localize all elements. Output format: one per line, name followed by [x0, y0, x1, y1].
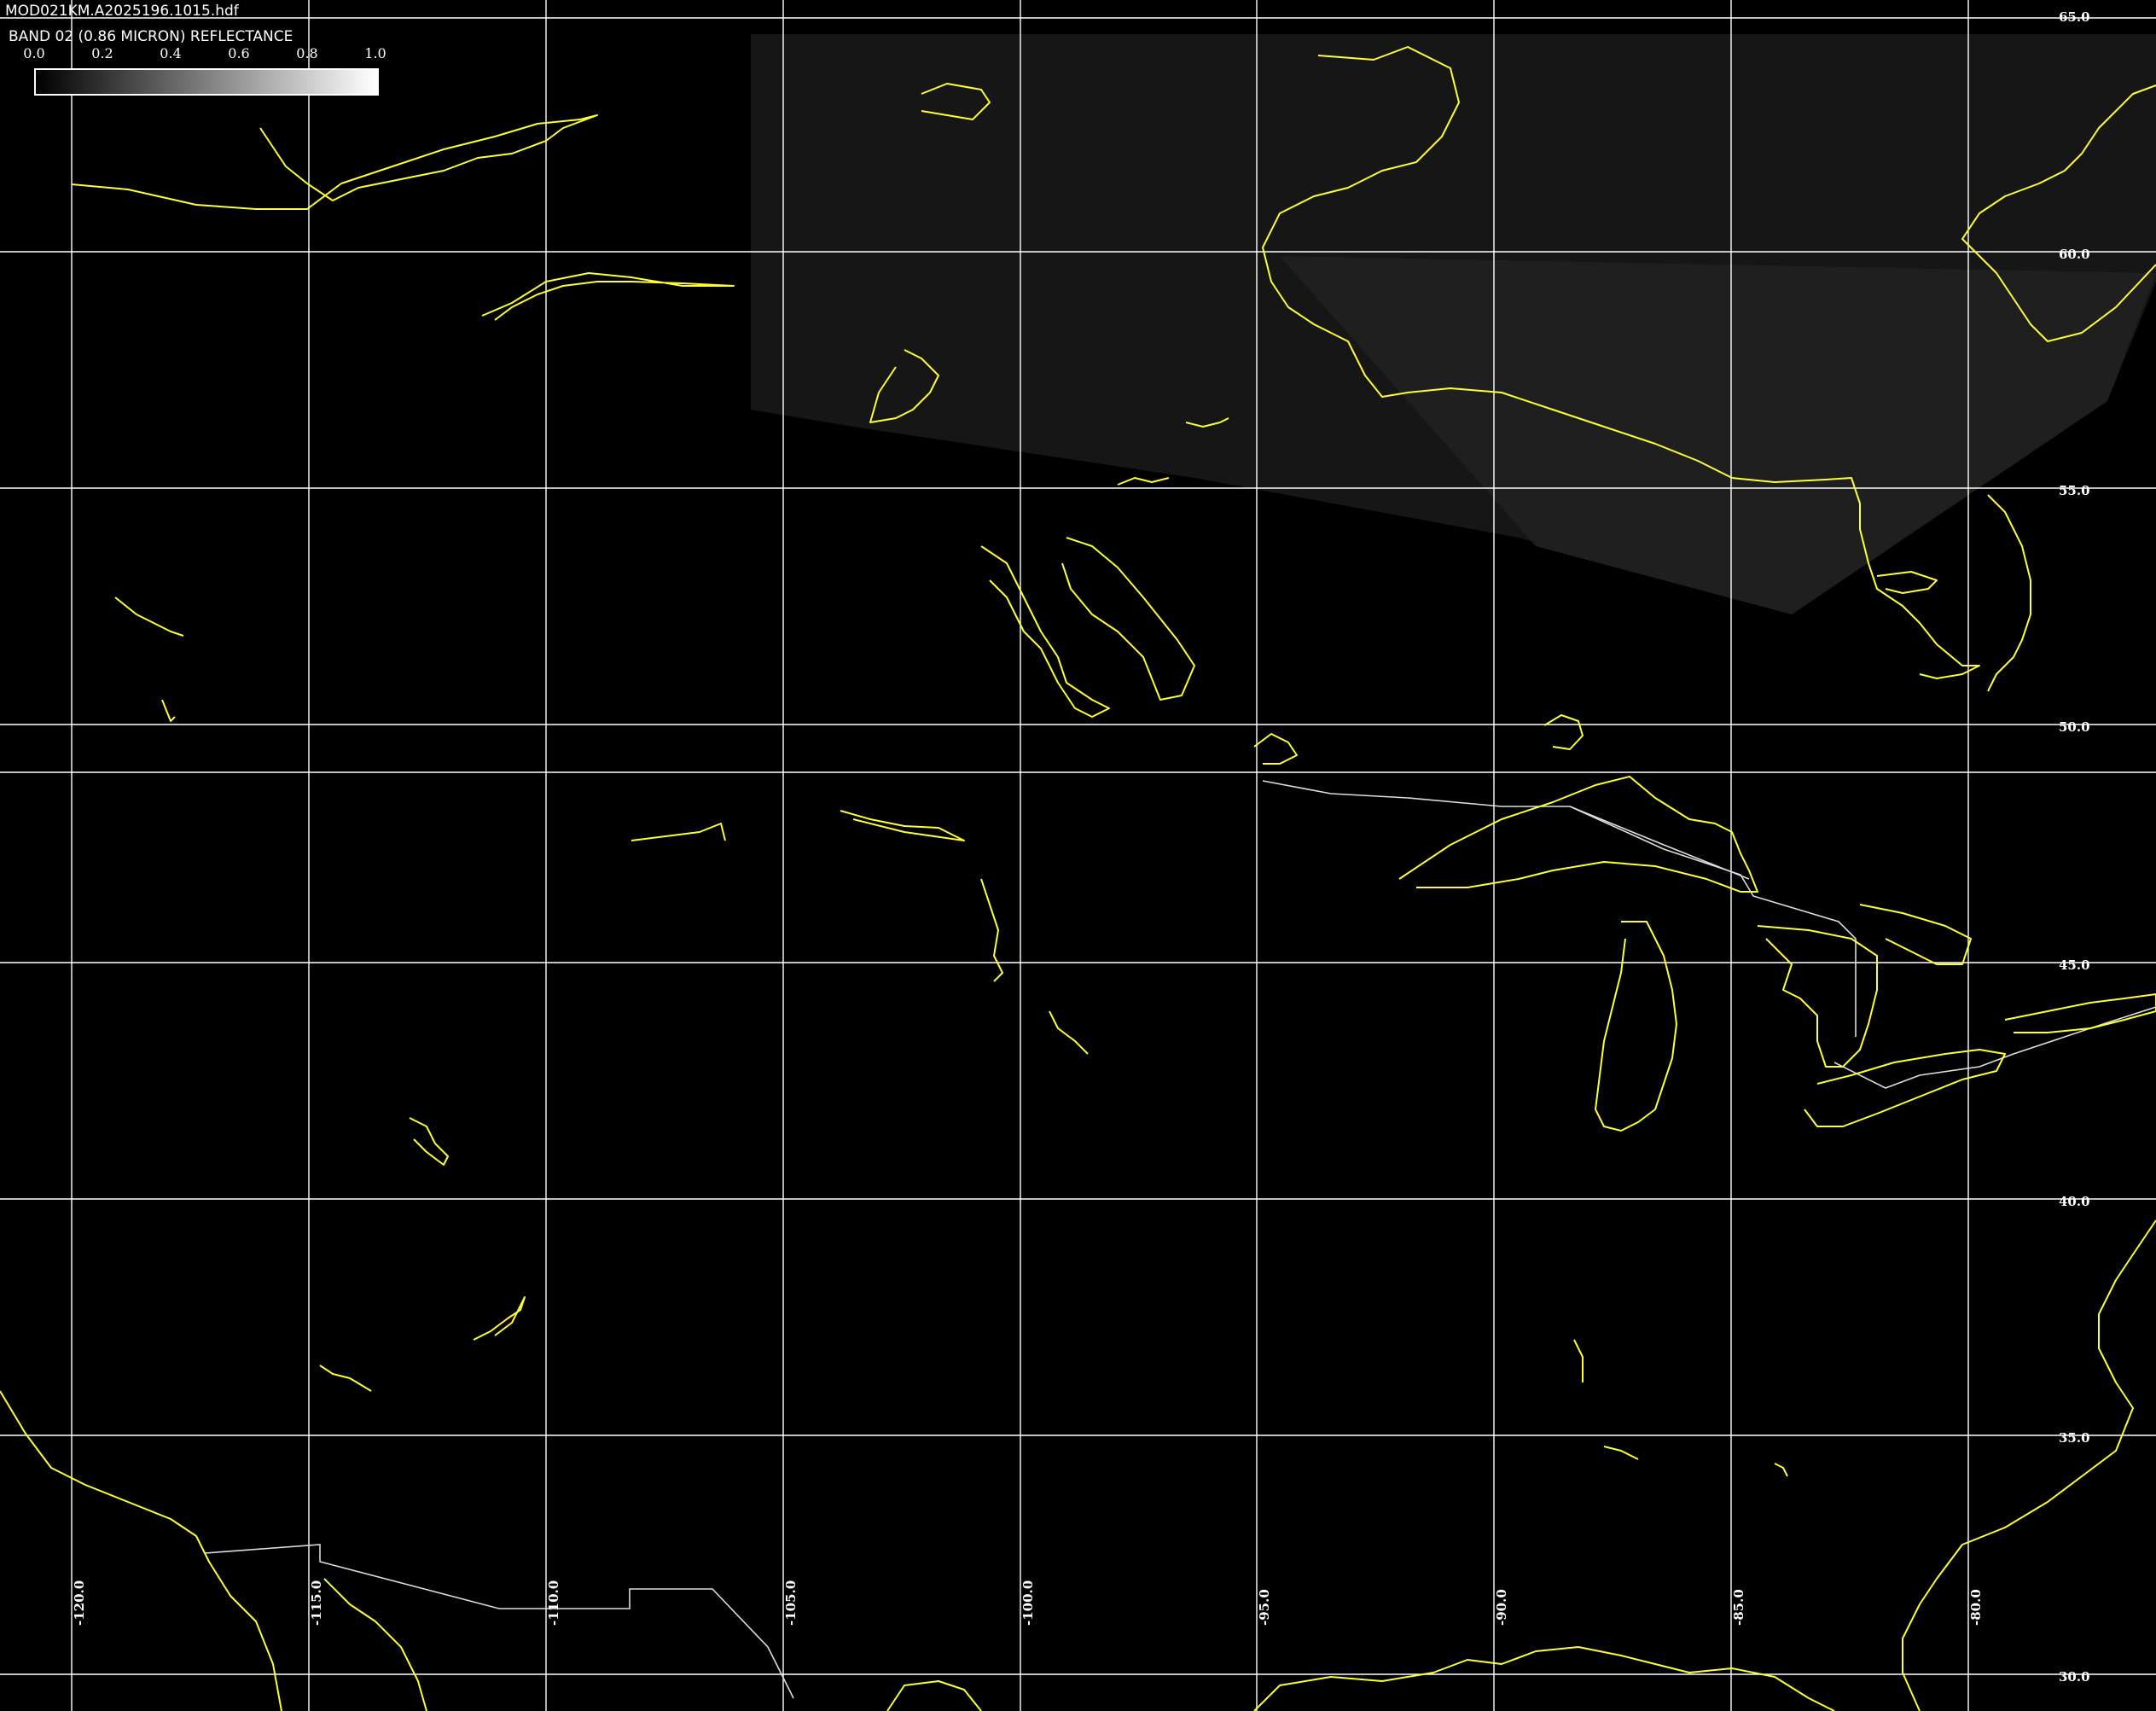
lon-label-100: -100.0: [1020, 1580, 1036, 1626]
political-borders: [204, 780, 2156, 1699]
lon-label-90: -90.0: [1494, 1589, 1509, 1626]
great-slave-lake: [71, 114, 598, 210]
colorbar-tick: 1.0: [364, 45, 386, 61]
lake-sakakawea: [840, 810, 965, 841]
lake-pend-oreille: [114, 597, 184, 637]
lon-label-110: -110.0: [546, 1580, 561, 1626]
lake-of-the-woods: [1253, 733, 1298, 765]
lat-label-35: 35.0: [2059, 1430, 2090, 1446]
lon-label-85: -85.0: [1731, 1589, 1746, 1626]
lake-winnipeg: [1061, 537, 1195, 701]
lake-michigan: [1595, 921, 1677, 1132]
fort-peck-lake: [631, 823, 726, 841]
lake-oahe: [1049, 1010, 1089, 1055]
colorbar-tick: 0.6: [228, 45, 250, 61]
lon-label-105: -105.0: [783, 1580, 799, 1626]
southern-indian-lake: [1117, 477, 1170, 486]
lake-athabasca: [481, 272, 735, 321]
map-canvas: [0, 0, 2156, 1711]
lat-label-40: 40.0: [2059, 1194, 2090, 1209]
akimiski-island: [1876, 571, 1938, 594]
lake-nipigon: [1543, 714, 1584, 750]
us-mexico-border: [204, 1544, 794, 1699]
lake-superior: [1398, 776, 1758, 893]
lake-mead: [319, 1365, 372, 1392]
great-salt-lake: [409, 1117, 449, 1166]
colorbar-tick: 0.4: [160, 45, 182, 61]
lake-manitoba: [980, 545, 1110, 718]
gulf-of-california: [323, 1578, 427, 1711]
lon-label-80: -80.0: [1968, 1589, 1984, 1626]
gulf-coast: [1253, 1646, 1835, 1711]
lat-label-30: 30.0: [2059, 1669, 2090, 1685]
lon-label-95: -95.0: [1257, 1589, 1272, 1626]
lake-huron: [1757, 925, 1878, 1068]
lake-powell: [473, 1296, 526, 1341]
band-label: BAND 02 (0.86 MICRON) REFLECTANCE: [9, 28, 293, 45]
lon-label-115: -115.0: [309, 1580, 324, 1626]
james-bay-east: [1987, 494, 2031, 692]
texas-coast: [886, 1680, 982, 1711]
lake-okeechobee: [1603, 1446, 1639, 1460]
colorbar-tick: 0.8: [296, 45, 318, 61]
lake-erie-border: [1833, 1006, 2156, 1089]
lake-erie: [1804, 1049, 2006, 1127]
lat-label-45: 45.0: [2059, 957, 2090, 973]
colorbar-ticks: 0.0 0.2 0.4 0.6 0.8 1.0: [23, 45, 392, 62]
lake-lanier: [1774, 1463, 1788, 1477]
atlantic-coast: [1902, 1219, 2156, 1711]
lat-label-55: 55.0: [2059, 483, 2090, 498]
colorbar: [34, 68, 379, 96]
us-canada-border-lakes: [1262, 780, 1857, 1037]
lat-label-60: 60.0: [2059, 247, 2090, 262]
lat-label-65: 65.0: [2059, 9, 2090, 25]
flathead-lake: [161, 699, 176, 722]
lon-label-120: -120.0: [72, 1580, 87, 1626]
colorbar-tick: 0.2: [91, 45, 113, 61]
lake-ontario: [2004, 993, 2156, 1033]
filename-label: MOD021KM.A2025196.1015.hdf: [5, 3, 239, 20]
lat-label-50: 50.0: [2059, 719, 2090, 735]
kentucky-lake: [1573, 1339, 1584, 1382]
colorbar-tick: 0.0: [23, 45, 45, 61]
missouri-river: [980, 878, 1003, 982]
